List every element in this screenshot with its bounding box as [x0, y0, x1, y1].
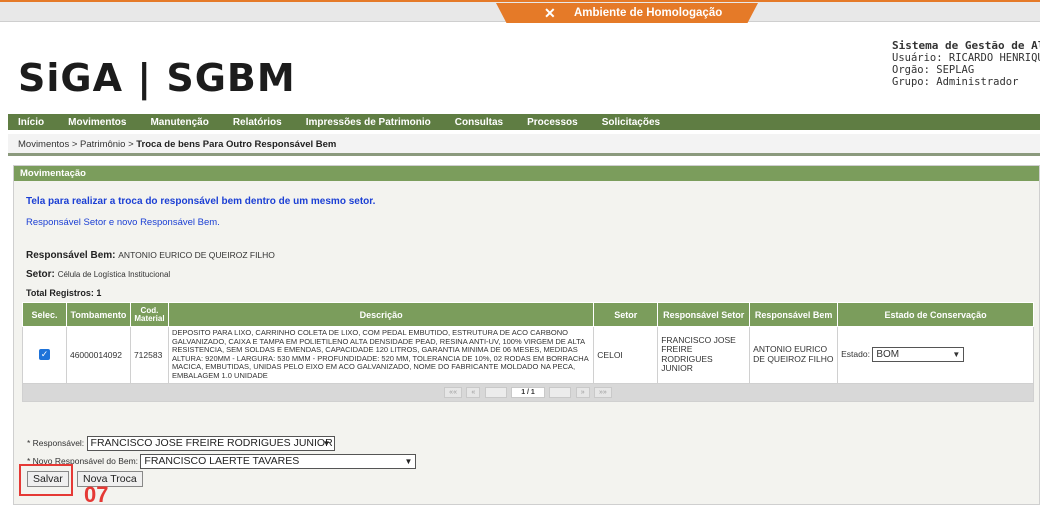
- system-title: Sistema de Gestão de Almo: [892, 39, 1040, 52]
- user-info: Usuário: RICARDO HENRIQUE: [892, 52, 1040, 64]
- estado-value: BOM: [876, 349, 900, 361]
- chevron-down-icon: ▼: [952, 350, 961, 360]
- col-responsavel-bem: Responsável Bem: [749, 302, 839, 327]
- responsavel-bem-label: Responsável Bem:: [26, 250, 116, 261]
- select-cell: ✓: [22, 326, 67, 384]
- breadcrumb-current: Troca de bens Para Outro Responsável Bem: [136, 139, 337, 150]
- cod-material-cell: 712583: [129, 326, 169, 384]
- pager-spacer-right: [549, 386, 572, 398]
- instruction-text: Tela para realizar a troca do responsáve…: [26, 196, 376, 207]
- col-cod-material: Cod. Material: [129, 302, 169, 327]
- responsavel-bem-line: Responsável Bem: ANTONIO EURICO DE QUEIR…: [26, 250, 275, 261]
- pager-next[interactable]: »: [575, 386, 590, 398]
- environment-label: Ambiente de Homologação: [574, 7, 723, 19]
- hint-text: Responsável Setor e novo Responsável Bem…: [26, 217, 220, 228]
- pager-last[interactable]: »»: [594, 386, 612, 398]
- environment-tab: ✕ Ambiente de Homologação: [496, 3, 758, 23]
- setor-value: Célula de Logística Institucional: [57, 270, 171, 279]
- siga-logo: SiGA | SGBM: [18, 56, 296, 100]
- group-info: Grupo: Administrador: [892, 76, 1019, 88]
- menu-relatorios[interactable]: Relatórios: [233, 117, 282, 128]
- setor-label: Setor:: [26, 269, 55, 280]
- estado-cell: Estado: BOM ▼: [837, 326, 1034, 384]
- step-number: 07: [84, 482, 109, 507]
- menu-processos[interactable]: Processos: [527, 117, 578, 128]
- chevron-down-icon: ▼: [322, 439, 331, 448]
- panel-title: Movimentação: [14, 166, 1039, 181]
- chevron-down-icon: ▼: [404, 457, 413, 466]
- responsavel-select[interactable]: FRANCISCO JOSE FREIRE RODRIGUES JUNIOR ▼: [86, 436, 335, 451]
- estado-label: Estado:: [841, 349, 870, 360]
- main-menu: Início Movimentos Manutenção Relatórios …: [8, 114, 1040, 130]
- pager: «« « 1 / 1 » »»: [22, 382, 1034, 402]
- col-responsavel-setor: Responsável Setor: [657, 302, 751, 327]
- col-tombamento: Tombamento: [65, 302, 131, 327]
- descricao-cell: DEPOSITO PARA LIXO, CARRINHO COLETA DE L…: [167, 326, 595, 384]
- col-setor: Setor: [593, 302, 659, 327]
- col-estado: Estado de Conservação: [837, 302, 1034, 327]
- setor-line: Setor: Célula de Logística Institucional: [26, 269, 170, 280]
- novo-responsavel-field-row: * Novo Responsável do Bem: FRANCISCO LAE…: [27, 454, 417, 469]
- menu-impressoes[interactable]: Impressões de Patrimonio: [306, 117, 431, 128]
- menu-movimentos[interactable]: Movimentos: [68, 117, 126, 128]
- menu-solicitacoes[interactable]: Solicitações: [602, 117, 660, 128]
- responsavel-field-row: * Responsável: FRANCISCO JOSE FREIRE ROD…: [27, 436, 335, 451]
- pager-first[interactable]: ««: [444, 386, 462, 398]
- tombamento-cell: 46000014092: [65, 326, 131, 384]
- system-info: Sistema de Gestão de Almo Usuário: RICAR…: [892, 39, 1040, 89]
- breadcrumb-path[interactable]: Movimentos > Patrimônio >: [18, 139, 136, 150]
- top-banner: ✕ Ambiente de Homologação: [0, 0, 1040, 23]
- org-info: Orgão: SEPLAG: [892, 64, 975, 76]
- responsavel-value: FRANCISCO JOSE FREIRE RODRIGUES JUNIOR: [90, 437, 333, 449]
- responsavel-bem-value: ANTONIO EURICO DE QUEIROZ FILHO: [118, 250, 275, 260]
- estado-select[interactable]: BOM ▼: [872, 347, 965, 363]
- pager-prev[interactable]: «: [466, 386, 481, 398]
- responsavel-bem-cell: ANTONIO EURICO DE QUEIROZ FILHO: [749, 326, 839, 384]
- select-checkbox[interactable]: ✓: [38, 349, 50, 361]
- pager-row: «« « 1 / 1 » »»: [22, 382, 1034, 402]
- responsavel-setor-cell: FRANCISCO JOSE FREIRE RODRIGUES JUNIOR: [657, 326, 751, 384]
- setor-cell: CELOI: [593, 326, 659, 384]
- menu-consultas[interactable]: Consultas: [455, 117, 503, 128]
- novo-responsavel-value: FRANCISCO LAERTE TAVARES: [144, 455, 300, 467]
- responsavel-label: * Responsável:: [27, 437, 85, 448]
- col-selec: Selec.: [22, 302, 67, 327]
- pager-current: 1 / 1: [511, 386, 545, 398]
- menu-inicio[interactable]: Início: [18, 117, 44, 128]
- breadcrumb: Movimentos > Patrimônio > Troca de bens …: [8, 134, 1040, 156]
- novo-responsavel-select[interactable]: FRANCISCO LAERTE TAVARES ▼: [140, 454, 417, 469]
- highlight-box: [19, 464, 73, 496]
- col-descricao: Descrição: [167, 302, 595, 327]
- total-registros: Total Registros: 1: [26, 288, 102, 298]
- pager-spacer-left: [484, 386, 507, 398]
- table-row: ✓ 46000014092 712583 DEPOSITO PARA LIXO,…: [22, 326, 1034, 384]
- menu-manutencao[interactable]: Manutenção: [150, 117, 208, 128]
- bens-table: Selec. Tombamento Cod. Material Descriçã…: [22, 302, 1034, 402]
- tools-icon: ✕: [544, 5, 556, 21]
